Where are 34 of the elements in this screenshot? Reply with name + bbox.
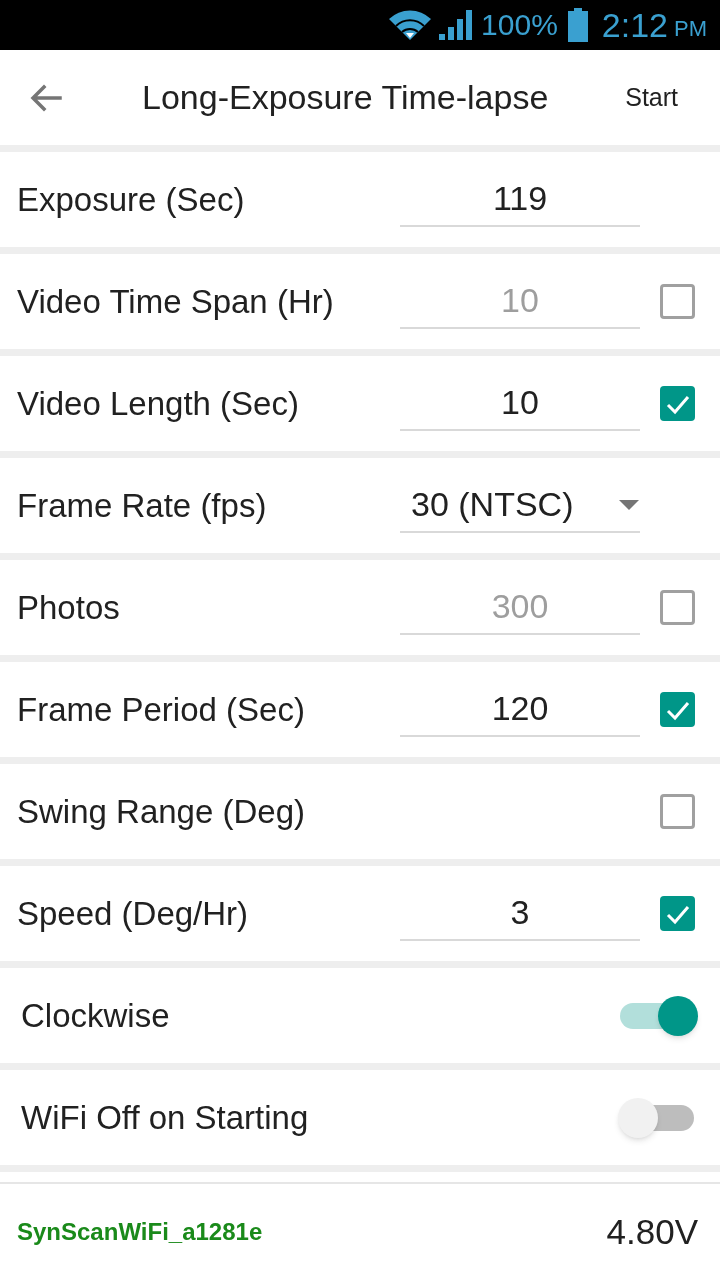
setting-label: Speed (Deg/Hr) [16, 893, 249, 934]
back-arrow-icon [30, 83, 62, 112]
screen-title: Long-Exposure Time-lapse [142, 77, 549, 118]
checkbox[interactable] [660, 794, 695, 829]
battery-icon [567, 8, 588, 42]
setting-label: Clockwise [20, 995, 170, 1036]
clock-period: PM [674, 18, 707, 40]
signal-icon [439, 10, 473, 40]
number-field[interactable]: 119 [400, 172, 640, 227]
checkbox[interactable] [660, 284, 695, 319]
number-field[interactable]: 120 [400, 682, 640, 737]
toggle-switch[interactable] [618, 994, 698, 1037]
voltage-reading: 4.80V [606, 1210, 698, 1253]
setting-label: Photos [16, 587, 120, 628]
checkbox[interactable] [660, 386, 695, 421]
setting-label: Frame Period (Sec) [16, 689, 305, 730]
setting-label: Exposure (Sec) [16, 179, 245, 220]
setting-label: Frame Rate (fps) [16, 485, 267, 526]
dropdown-field[interactable]: 30 (NTSC) [400, 478, 640, 533]
checkbox[interactable] [660, 590, 695, 625]
setting-label: Swing Range (Deg) [16, 791, 305, 832]
caret-icon [619, 499, 639, 510]
wifi-icon [389, 10, 432, 40]
start-button[interactable]: Start [619, 72, 684, 123]
setting-label: WiFi Off on Starting [20, 1097, 309, 1138]
setting-label: Video Length (Sec) [16, 383, 299, 424]
number-field[interactable]: 3 [400, 886, 640, 941]
checkbox[interactable] [660, 896, 695, 931]
checkbox[interactable] [660, 692, 695, 727]
setting-label: Video Time Span (Hr) [16, 281, 334, 322]
battery-percent: 100% [481, 10, 558, 40]
clock-time: 2:12 [601, 8, 668, 42]
device-name: SynScanWiFi_a1281e [17, 1217, 263, 1247]
number-field[interactable]: 10 [400, 376, 640, 431]
